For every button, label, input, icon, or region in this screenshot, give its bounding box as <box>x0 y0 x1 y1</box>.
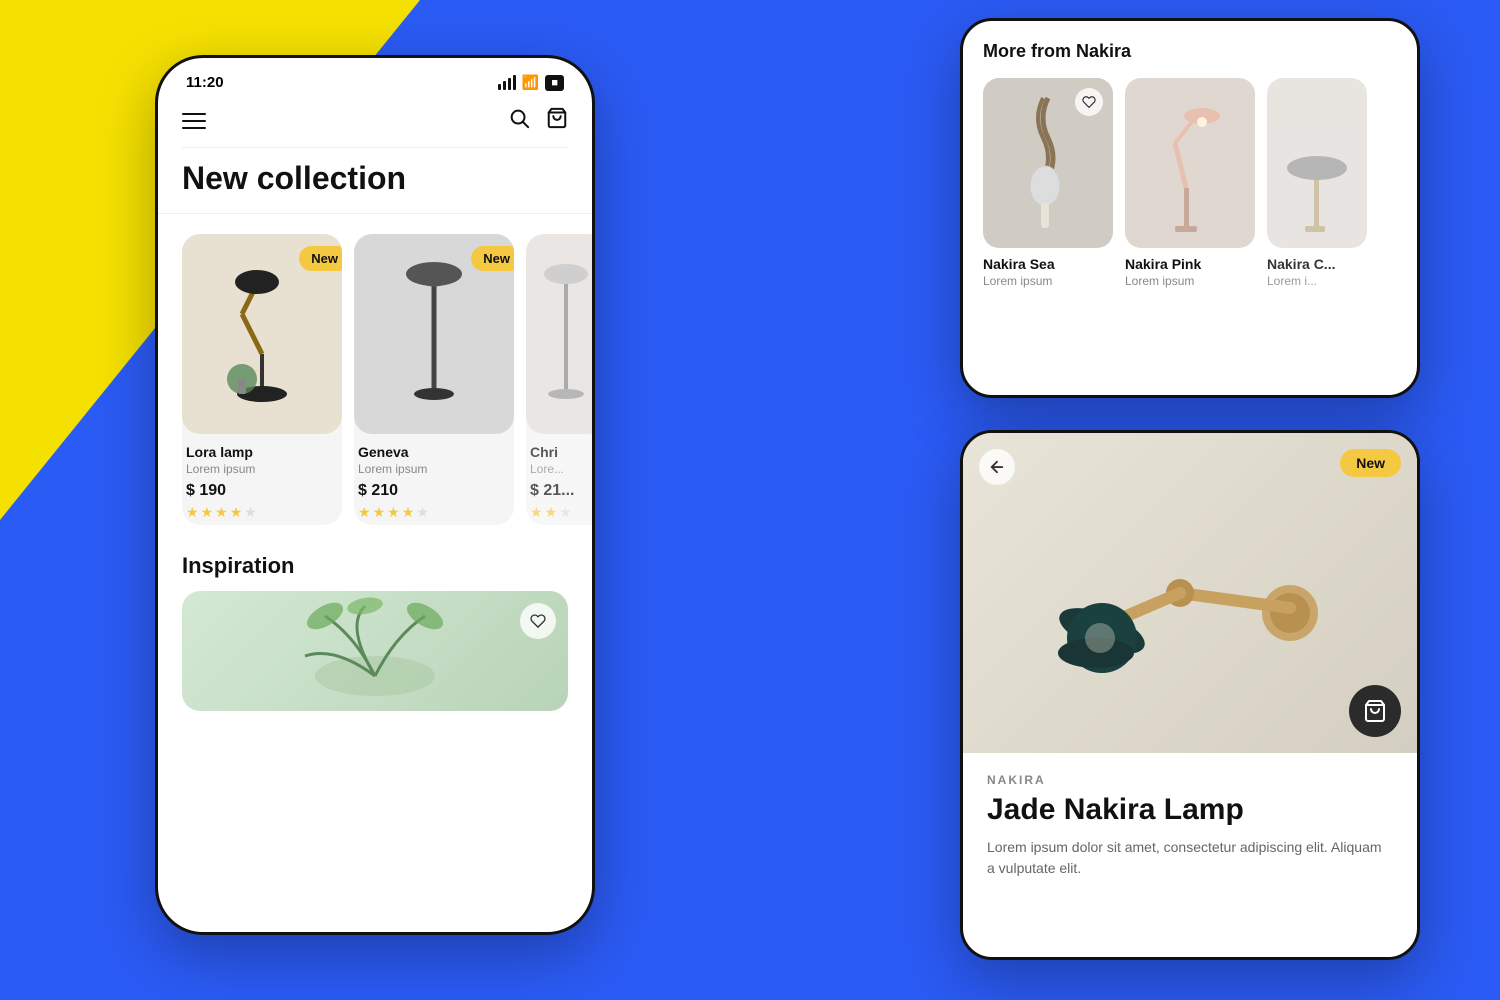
product-detail-image: New <box>963 433 1417 753</box>
more-card-sea[interactable]: Nakira Sea Lorem ipsum <box>983 78 1113 288</box>
badge-new-geneva: New <box>471 246 514 271</box>
product-name-lora: Lora lamp <box>186 444 338 460</box>
badge-new-lora: New <box>299 246 342 271</box>
star-g3: ★ <box>387 504 400 521</box>
star-c1: ★ <box>530 504 543 521</box>
inspiration-image <box>182 591 568 711</box>
more-name-c: Nakira C... <box>1267 256 1397 272</box>
more-products-list: Nakira Sea Lorem ipsum Nakira Pi <box>983 78 1397 288</box>
wifi-icon: 📶 <box>522 74 539 91</box>
more-name-pink: Nakira Pink <box>1125 256 1255 272</box>
product-price-chri: $ 21... <box>530 482 592 500</box>
signal-icon <box>498 75 516 90</box>
star-c2: ★ <box>545 504 558 521</box>
product-name-chri: Chri <box>530 444 592 460</box>
product-price-lora: $ 190 <box>186 482 338 500</box>
lamp-illustration-lora <box>202 254 322 414</box>
product-image-geneva: New <box>354 234 514 434</box>
product-info-chri: Chri Lore... $ 21... ★ ★ ★ <box>526 434 592 525</box>
product-card-geneva[interactable]: New Geneva Lorem ipsum $ 210 <box>354 234 514 525</box>
battery-icon: ■ <box>545 75 564 91</box>
product-name-geneva: Geneva <box>358 444 510 460</box>
more-image-pink <box>1125 78 1255 248</box>
product-desc-geneva: Lorem ipsum <box>358 462 510 476</box>
lamp-illustration-chri <box>531 254 592 414</box>
more-image-c <box>1267 78 1367 248</box>
product-detail-description: Lorem ipsum dolor sit amet, consectetur … <box>987 837 1393 879</box>
more-desc-pink: Lorem ipsum <box>1125 274 1255 288</box>
star-1: ★ <box>186 504 199 521</box>
page-title: New collection <box>158 148 592 214</box>
star-3: ★ <box>215 504 228 521</box>
back-button[interactable] <box>979 449 1015 485</box>
star-2: ★ <box>201 504 214 521</box>
product-stars-chri: ★ ★ ★ <box>530 504 592 521</box>
nav-right-icons <box>508 107 568 135</box>
more-heart-sea[interactable] <box>1075 88 1103 116</box>
product-stars-lora: ★ ★ ★ ★ ★ <box>186 504 338 521</box>
star-c3: ★ <box>559 504 572 521</box>
more-desc-c: Lorem i... <box>1267 274 1397 288</box>
product-stars-geneva: ★ ★ ★ ★ ★ <box>358 504 510 521</box>
star-4: ★ <box>230 504 243 521</box>
badge-new-detail: New <box>1340 449 1401 477</box>
more-desc-sea: Lorem ipsum <box>983 274 1113 288</box>
product-info-lora: Lora lamp Lorem ipsum $ 190 ★ ★ ★ ★ ★ <box>182 434 342 525</box>
more-title: More from Nakira <box>983 41 1397 62</box>
product-image-chri <box>526 234 592 434</box>
menu-button[interactable] <box>182 113 206 129</box>
more-card-pink[interactable]: Nakira Pink Lorem ipsum <box>1125 78 1255 288</box>
phone-more-nakira: More from Nakira Nakira Sea Lorem ips <box>960 18 1420 398</box>
star-g2: ★ <box>373 504 386 521</box>
product-detail-info: NAKIRA Jade Nakira Lamp Lorem ipsum dolo… <box>963 753 1417 899</box>
more-image-sea <box>983 78 1113 248</box>
inspiration-plant <box>275 596 475 706</box>
products-list: New <box>158 222 592 537</box>
cart-button[interactable] <box>546 107 568 135</box>
time-display: 11:20 <box>186 74 224 91</box>
search-button[interactable] <box>508 107 530 135</box>
lamp-c-svg <box>1272 88 1362 238</box>
product-desc-lora: Lorem ipsum <box>186 462 338 476</box>
cart-fab-button[interactable] <box>1349 685 1401 737</box>
product-desc-chri: Lore... <box>530 462 592 476</box>
product-image-lora: New <box>182 234 342 434</box>
phone-product-detail: New <box>960 430 1420 960</box>
more-card-c[interactable]: Nakira C... Lorem i... <box>1267 78 1397 288</box>
status-bar: 11:20 📶 ■ <box>158 58 592 99</box>
product-card-lora[interactable]: New <box>182 234 342 525</box>
star-g5: ★ <box>416 504 429 521</box>
brand-label: NAKIRA <box>987 773 1393 787</box>
status-icons: 📶 ■ <box>498 74 564 91</box>
inspiration-heart-button[interactable] <box>520 603 556 639</box>
nav-bar <box>158 99 592 147</box>
product-info-geneva: Geneva Lorem ipsum $ 210 ★ ★ ★ ★ ★ <box>354 434 514 525</box>
phone-main: 11:20 📶 ■ <box>155 55 595 935</box>
star-5: ★ <box>244 504 257 521</box>
star-g1: ★ <box>358 504 371 521</box>
star-g4: ★ <box>402 504 415 521</box>
inspiration-title: Inspiration <box>158 537 592 591</box>
more-name-sea: Nakira Sea <box>983 256 1113 272</box>
product-price-geneva: $ 210 <box>358 482 510 500</box>
product-card-chri[interactable]: Chri Lore... $ 21... ★ ★ ★ <box>526 234 592 525</box>
lamp-illustration-geneva <box>379 254 489 414</box>
product-detail-name: Jade Nakira Lamp <box>987 793 1393 827</box>
jade-lamp-illustration <box>1020 453 1360 733</box>
pink-lamp-svg <box>1140 88 1240 238</box>
